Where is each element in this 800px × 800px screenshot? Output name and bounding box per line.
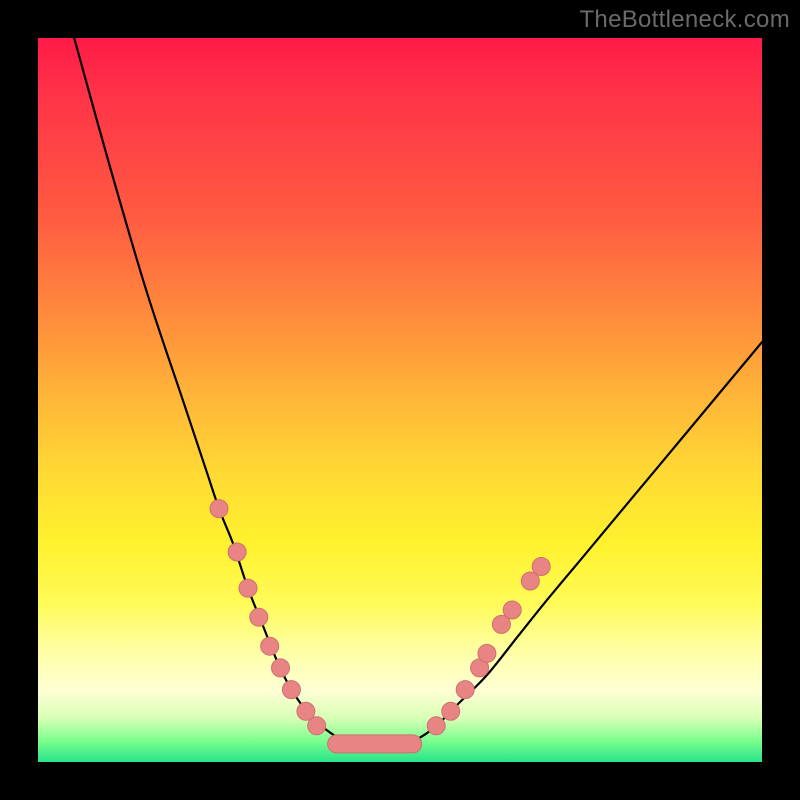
marker-dot [308,717,326,735]
outer-frame: TheBottleneck.com [0,0,800,800]
marker-dot [456,681,474,699]
marker-dot [272,659,290,677]
marker-dot [210,500,228,518]
watermark-text: TheBottleneck.com [579,6,790,34]
marker-dot [239,579,257,597]
marker-dot [442,702,460,720]
chart-svg [38,38,762,762]
marker-dot [228,543,246,561]
marker-dot [282,681,300,699]
bottleneck-curve [74,38,762,748]
marker-flat-bar [328,735,422,753]
marker-group [210,500,550,753]
marker-dot [532,558,550,576]
marker-dot [427,717,445,735]
marker-dot [261,637,279,655]
marker-dot [478,644,496,662]
marker-dot [503,601,521,619]
plot-area [38,38,762,762]
marker-dot [250,608,268,626]
